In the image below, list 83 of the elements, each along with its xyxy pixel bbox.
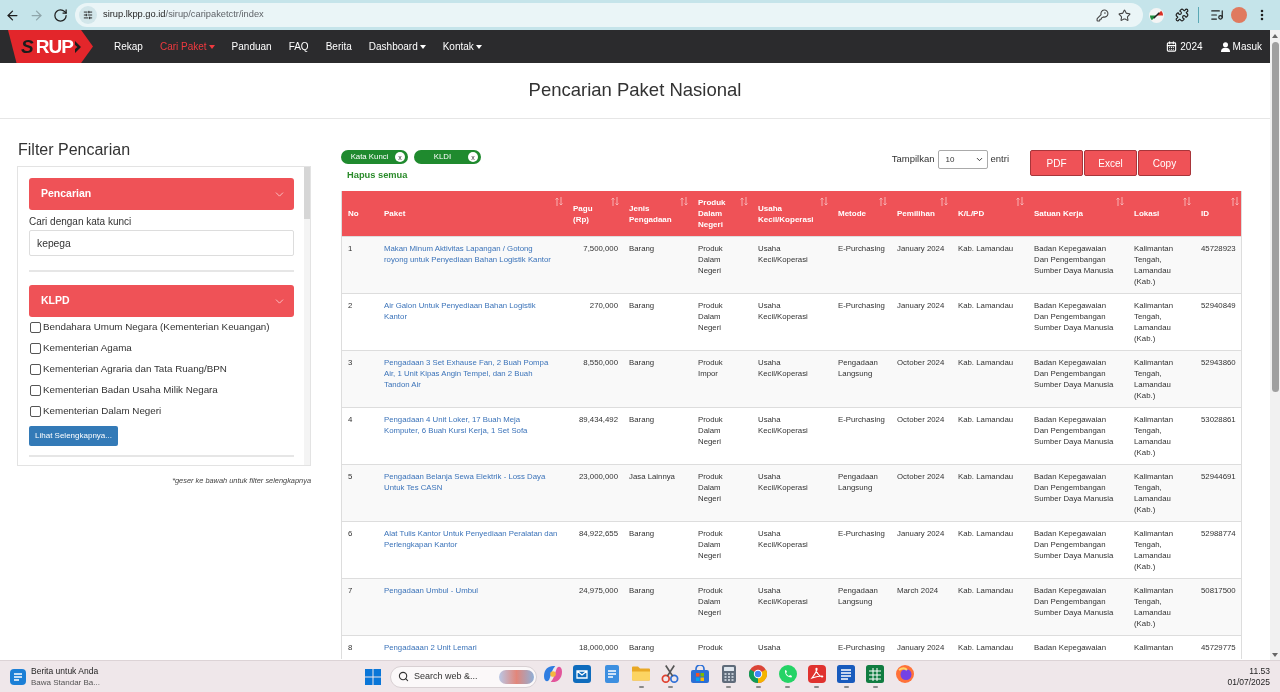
nav-link[interactable]: Panduan <box>231 39 272 54</box>
notepad-icon[interactable] <box>602 665 621 683</box>
calculator-icon[interactable] <box>719 665 738 683</box>
scroll-down-icon[interactable] <box>1272 653 1278 657</box>
checkbox-label: Kementerian Badan Usaha Milik Negara <box>43 383 218 398</box>
browser-icon[interactable] <box>749 665 768 683</box>
swirl-icon[interactable] <box>544 665 563 683</box>
scrollbar-thumb[interactable] <box>1271 42 1279 392</box>
column-header: No <box>348 208 360 219</box>
column-header: K/L/PD <box>958 208 986 219</box>
profile-avatar[interactable] <box>1231 7 1247 23</box>
logo-text: S <box>21 37 33 56</box>
nav-link[interactable]: Rekap <box>114 39 143 54</box>
column-header: Paket <box>384 208 407 219</box>
url-text: sirup.lkpp.go.id/sirup/caripaketctr/index <box>103 8 264 22</box>
keyword-input[interactable]: kepega <box>29 230 294 256</box>
document-icon[interactable] <box>837 665 856 683</box>
checkbox[interactable] <box>30 322 41 333</box>
checkbox[interactable] <box>30 343 41 354</box>
reload-icon[interactable] <box>53 7 68 23</box>
search-highlight-image <box>499 669 534 684</box>
user-icon <box>1220 41 1230 52</box>
shopping-bag-icon[interactable] <box>690 665 709 683</box>
page-length-suffix: entri <box>990 152 1009 167</box>
calendar-icon <box>1166 41 1178 52</box>
search-field[interactable]: Search web &... <box>390 665 537 688</box>
password-key-icon[interactable] <box>1096 8 1109 22</box>
column-header: Usaha Kecil/Koperasi <box>758 202 815 225</box>
show-more-button[interactable]: Lihat Selengkapnya... <box>29 426 118 446</box>
nav-link[interactable]: 2024 <box>1166 39 1203 54</box>
checkbox[interactable] <box>30 385 41 396</box>
page-title: Pencarian Paket Nasional <box>528 81 742 100</box>
news-subtitle: Bawa Standar Ba... <box>31 676 100 688</box>
nav-link[interactable]: Kontak <box>442 39 482 54</box>
extension-icon[interactable] <box>1149 7 1164 23</box>
clear-all-link[interactable]: Hapus semua <box>347 169 408 181</box>
column-header: Produk Dalam Negeri <box>698 197 727 230</box>
column-header: Satuan Kerja <box>1034 208 1084 219</box>
checkbox[interactable] <box>30 406 41 417</box>
spreadsheet-icon[interactable] <box>866 665 885 683</box>
chevron-down-icon <box>974 155 984 164</box>
nav-link[interactable]: Cari Paket <box>159 39 215 54</box>
search-icon <box>398 671 409 682</box>
site-settings-button[interactable] <box>79 6 97 24</box>
checkbox-label: Kementerian Dalam Negeri <box>43 404 162 419</box>
page-length-label: Tampilkan <box>891 152 935 167</box>
puzzle-icon[interactable] <box>1175 8 1189 22</box>
pdf-icon[interactable] <box>807 665 826 683</box>
bookmark-star-icon[interactable] <box>1118 8 1131 22</box>
column-header: Pemilihan <box>897 208 936 219</box>
scissors-icon[interactable] <box>661 665 680 683</box>
globe-icon[interactable] <box>895 665 914 683</box>
page-length-select[interactable]: 10 <box>937 150 988 169</box>
playlist-icon[interactable] <box>1210 8 1224 22</box>
back-icon[interactable] <box>5 7 20 23</box>
column-header: Jenis Pengadaan <box>629 202 673 225</box>
column-header: Metode <box>838 208 867 219</box>
scroll-up-icon[interactable] <box>1272 34 1278 38</box>
column-header: Lokasi <box>1134 208 1161 219</box>
column-header: Pagu (Rp) <box>573 202 594 225</box>
mail-icon[interactable] <box>573 665 592 683</box>
clock-date[interactable]: 01/07/2025 <box>1227 676 1270 688</box>
logo-text: RUP <box>35 37 73 56</box>
checkbox[interactable] <box>30 364 41 375</box>
address-bar[interactable]: sirup.lkpp.go.id/sirup/caripaketctr/index <box>75 3 1143 27</box>
site-settings-icon <box>83 10 93 20</box>
nav-link[interactable]: Dashboard <box>368 39 426 54</box>
scrollbar-thumb[interactable] <box>304 167 310 219</box>
field-label: Cari dengan kata kunci <box>29 215 132 229</box>
checkbox-label: Bendahara Umum Negara (Kementerian Keuangan) <box>43 320 270 335</box>
nav-link[interactable]: Berita <box>325 39 352 54</box>
logo-chevron-icon <box>74 40 81 53</box>
checkbox-label: Kementerian Agraria dan Tata Ruang/BPN <box>43 362 227 377</box>
column-header: ID <box>1201 208 1210 219</box>
clock-time[interactable]: 11.53 <box>1249 665 1270 677</box>
filter-title: Filter Pencarian <box>18 140 131 160</box>
start-menu-icon[interactable] <box>365 668 381 685</box>
news-icon[interactable] <box>10 668 26 685</box>
nav-link[interactable]: Masuk <box>1220 39 1262 54</box>
news-title[interactable]: Berita untuk Anda <box>31 665 99 677</box>
nav-link[interactable]: FAQ <box>288 39 309 54</box>
checkbox-label: Kementerian Agama <box>43 341 132 356</box>
logo[interactable]: SRUP <box>8 30 93 63</box>
